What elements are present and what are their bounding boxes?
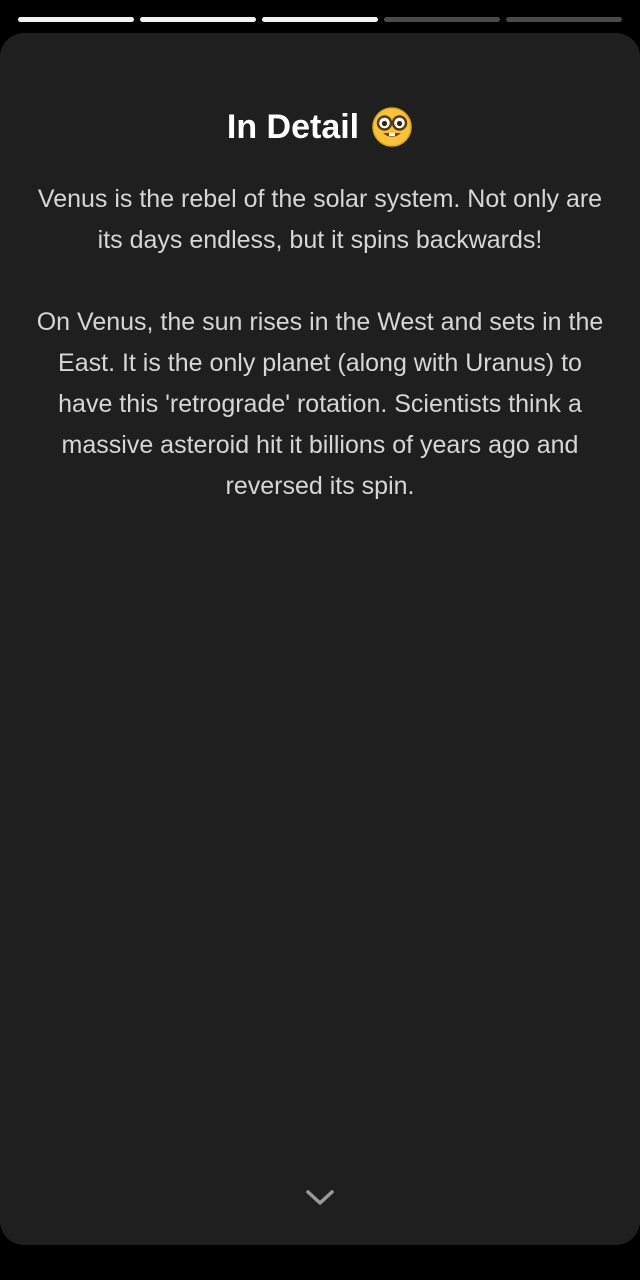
- detail-card[interactable]: In Detail Venus is the rebel of the sola…: [0, 33, 640, 1245]
- progress-segment: [384, 17, 500, 22]
- progress-segment: [506, 17, 622, 22]
- card-header: In Detail: [0, 105, 640, 149]
- card-body: Venus is the rebel of the solar system. …: [36, 179, 604, 507]
- progress-segment: [140, 17, 256, 22]
- progress-segment: [18, 17, 134, 22]
- chevron-down-icon[interactable]: [304, 1185, 336, 1209]
- body-paragraph: Venus is the rebel of the solar system. …: [37, 185, 603, 254]
- progress-segment: [262, 17, 378, 22]
- story-progress-bar: [18, 17, 622, 23]
- card-title: In Detail: [226, 108, 360, 146]
- nerd-face-icon: [371, 106, 413, 148]
- story-screen: In Detail Venus is the rebel of the sola…: [0, 0, 640, 1280]
- body-paragraph: On Venus, the sun rises in the West and …: [36, 308, 604, 500]
